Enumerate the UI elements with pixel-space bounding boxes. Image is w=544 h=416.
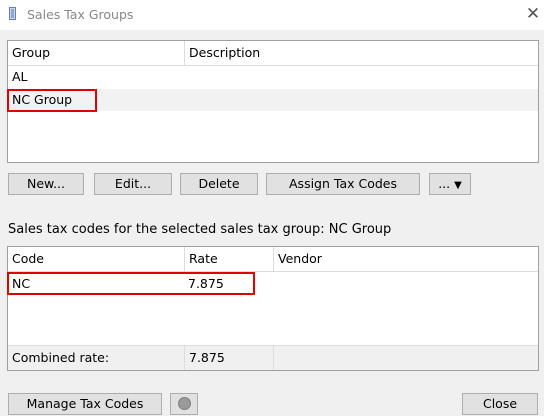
table-row-selected[interactable]: NC Group: [8, 89, 538, 111]
delete-button-label: Delete: [198, 176, 240, 191]
assign-button-label: Assign Tax Codes: [289, 176, 397, 191]
footer-separator: [273, 346, 274, 370]
group-cell: AL: [12, 69, 28, 84]
code-cell: NC: [12, 276, 31, 291]
description-cell: [184, 66, 188, 88]
table-row[interactable]: NC 7.875: [8, 273, 538, 295]
window-title: Sales Tax Groups: [27, 7, 134, 22]
edit-button-label: Edit...: [114, 176, 152, 191]
delete-button[interactable]: Delete: [180, 173, 258, 195]
close-button[interactable]: Close: [462, 393, 538, 415]
combined-rate-value: 7.875: [184, 346, 225, 370]
combined-rate-label: Combined rate:: [12, 350, 110, 365]
assign-tax-codes-button[interactable]: Assign Tax Codes: [266, 173, 420, 195]
new-button[interactable]: New...: [8, 173, 84, 195]
app-icon: [9, 7, 16, 20]
codes-section-label: Sales tax codes for the selected sales t…: [8, 222, 392, 237]
rate-cell: 7.875: [188, 276, 224, 291]
more-button-label: ...: [438, 176, 451, 191]
column-header-vendor[interactable]: Vendor: [273, 247, 538, 271]
close-icon[interactable]: ✕: [522, 3, 544, 25]
groups-table: Group Description AL NC Group: [7, 40, 539, 163]
group-cell: NC Group: [12, 92, 73, 107]
column-header-description[interactable]: Description: [184, 41, 538, 65]
description-cell: [184, 89, 188, 111]
groups-table-header: Group Description: [8, 41, 538, 66]
table-row[interactable]: AL: [8, 66, 538, 88]
help-circle-icon[interactable]: [170, 393, 198, 415]
manage-button-label: Manage Tax Codes: [26, 396, 144, 411]
vendor-cell: [273, 273, 277, 295]
dropdown-arrow-icon: ▼: [454, 180, 462, 191]
close-button-label: Close: [482, 396, 518, 411]
manage-tax-codes-button[interactable]: Manage Tax Codes: [8, 393, 162, 415]
column-header-rate[interactable]: Rate: [184, 247, 273, 271]
new-button-label: New...: [26, 176, 66, 191]
column-header-group[interactable]: Group: [8, 41, 184, 65]
edit-button[interactable]: Edit...: [94, 173, 172, 195]
tax-codes-table-header: Code Rate Vendor: [8, 247, 538, 272]
column-header-code[interactable]: Code: [8, 247, 184, 271]
combined-rate-footer: Combined rate: 7.875: [8, 345, 538, 370]
title-bar: Sales Tax Groups ✕: [0, 0, 544, 30]
more-options-button[interactable]: ... ▼: [429, 173, 471, 195]
tax-codes-table: Code Rate Vendor NC 7.875 Combined rate:…: [7, 246, 539, 371]
